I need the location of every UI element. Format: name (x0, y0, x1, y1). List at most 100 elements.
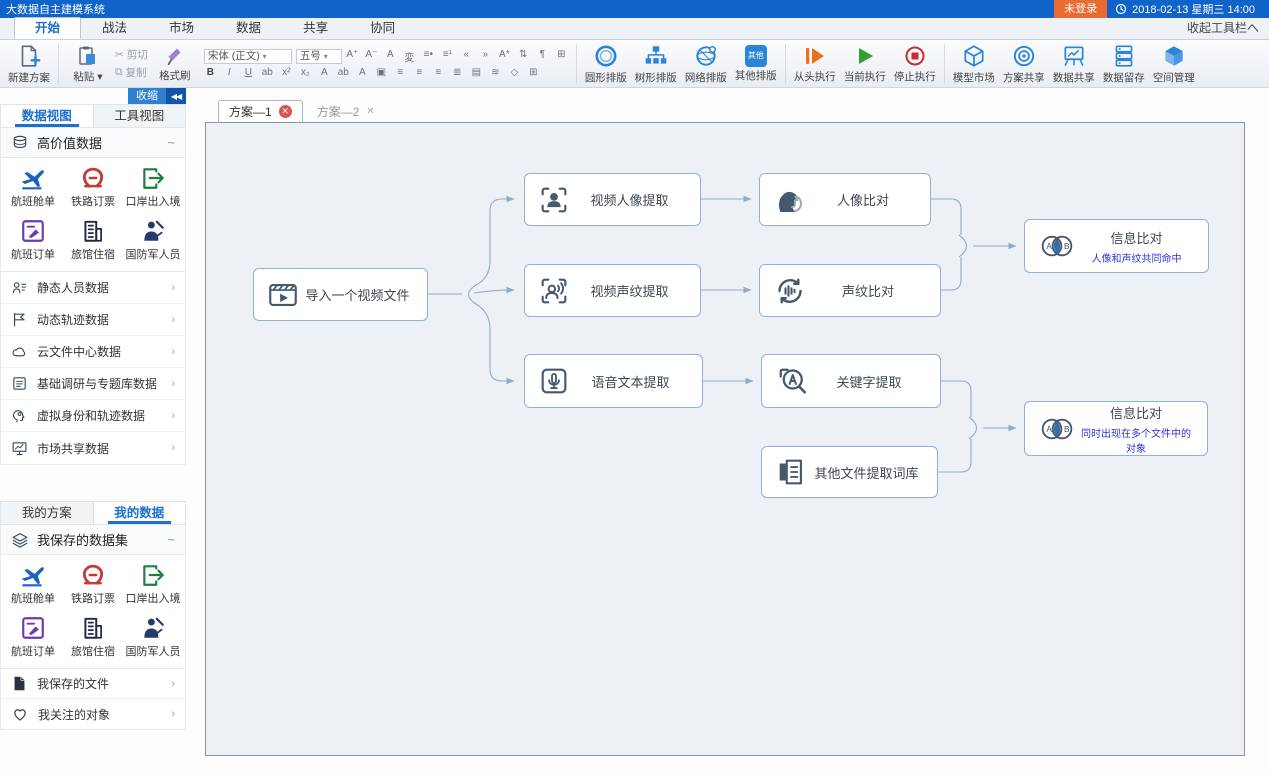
flow-node-video-voice[interactable]: 视频声纹提取 (524, 264, 701, 317)
sidebar-tab-我的数据[interactable]: 我的数据 (94, 502, 186, 524)
flow-node-voice-compare[interactable]: 声纹比对 (759, 264, 941, 317)
sidebar-item-市场共享数据[interactable]: 市场共享数据› (1, 432, 185, 464)
menu-tab-数据[interactable]: 数据 (215, 17, 282, 39)
format-tool[interactable]: A⁻ (365, 49, 378, 64)
format-tool[interactable]: A⁺ (346, 49, 359, 64)
format-painter-button[interactable]: 格式刷 (150, 44, 200, 84)
空间管理-button[interactable]: 空间管理 (1149, 42, 1199, 86)
dataset-航班订单[interactable]: 航班订单 (3, 218, 63, 262)
collapse-toolbar-button[interactable]: 收起工具栏へ (1187, 19, 1259, 36)
dataset-铁路订票[interactable]: 铁路订票 (63, 165, 123, 209)
format-tool[interactable]: I (223, 67, 236, 78)
format-tool[interactable]: ¶ (536, 49, 549, 64)
模型市场-button[interactable]: 模型市场 (949, 42, 999, 86)
sidebar-item-云文件中心数据[interactable]: 云文件中心数据› (1, 336, 185, 368)
format-tool[interactable]: ab (261, 67, 274, 78)
sidebar-item-基础调研与专题库数据[interactable]: 基础调研与专题库数据› (1, 368, 185, 400)
menu-tab-开始[interactable]: 开始 (14, 17, 81, 39)
doc-tab-方案—2[interactable]: 方案—2✕ (307, 100, 385, 122)
方案共享-button[interactable]: 方案共享 (999, 42, 1049, 86)
format-tool[interactable]: ◇ (508, 67, 521, 78)
当前执行-button[interactable]: 当前执行 (840, 43, 890, 85)
其他排版-button[interactable]: 其他其他排版 (731, 42, 781, 86)
flow-node-keyword[interactable]: 关键字提取 (761, 354, 941, 408)
format-tool[interactable]: A (318, 67, 331, 78)
format-tool[interactable]: x² (280, 67, 293, 78)
section-saved-datasets[interactable]: 我保存的数据集 ~ (0, 525, 186, 555)
flow-node-video-face[interactable]: 视频人像提取 (524, 173, 701, 226)
format-tool[interactable]: ≡• (422, 49, 435, 64)
format-tool[interactable]: ⇅ (517, 49, 530, 64)
format-tool[interactable]: B (204, 67, 217, 78)
sidebar-tab-工具视图[interactable]: 工具视图 (94, 105, 186, 127)
format-tool[interactable]: « (460, 49, 473, 64)
format-tool[interactable]: » (479, 49, 492, 64)
paste-button[interactable]: 粘贴 ▾ (63, 43, 113, 85)
sidebar-tab-数据视图[interactable]: 数据视图 (1, 105, 94, 127)
dataset-口岸出入境[interactable]: 口岸出入境 (123, 562, 183, 606)
collapse-arrows-icon[interactable]: ◀◀ (166, 88, 186, 104)
format-tool[interactable]: x₂ (299, 67, 312, 78)
dataset-航班舱单[interactable]: 航班舱单 (3, 562, 63, 606)
sidebar-item-虚拟身份和轨迹数据[interactable]: 虚拟身份和轨迹数据› (1, 400, 185, 432)
dataset-铁路订票[interactable]: 铁路订票 (63, 562, 123, 606)
menu-tab-共享[interactable]: 共享 (282, 17, 349, 39)
close-tab-icon[interactable]: ✕ (366, 106, 374, 117)
数据共享-button[interactable]: 数据共享 (1049, 42, 1099, 86)
dataset-国防军人员[interactable]: 国防军人员 (123, 218, 183, 262)
sidebar-tab-我的方案[interactable]: 我的方案 (1, 502, 94, 524)
sidebar-item-静态人员数据[interactable]: 静态人员数据› (1, 272, 185, 304)
format-tool[interactable]: ▣ (375, 67, 388, 78)
停止执行-button[interactable]: 停止执行 (890, 43, 940, 85)
从头执行-button[interactable]: 从头执行 (790, 43, 840, 85)
sidebar-collapse-button[interactable]: 收缩 (128, 88, 166, 104)
format-tool[interactable]: U (242, 67, 255, 78)
flow-node-face-compare[interactable]: 人像比对 (759, 173, 931, 226)
dataset-国防军人员[interactable]: 国防军人员 (123, 615, 183, 659)
format-tool[interactable]: ≡ (394, 67, 407, 78)
flow-node-speech-text[interactable]: 语音文本提取 (524, 354, 703, 408)
format-tool[interactable]: ≋ (489, 67, 502, 78)
format-tool[interactable]: ⊞ (527, 67, 540, 78)
format-tool[interactable]: ≣ (451, 67, 464, 78)
doc-tab-方案—1[interactable]: 方案—1✕ (218, 100, 303, 122)
format-tool[interactable]: 変 (403, 49, 416, 64)
flow-node-info-compare-2[interactable]: AB信息比对同时出现在多个文件中的对象 (1024, 401, 1208, 456)
flow-node-import-video[interactable]: 导入一个视频文件 (253, 268, 428, 321)
圆形排版-button[interactable]: 圆形排版 (581, 42, 631, 86)
format-tool[interactable]: ≡ (432, 67, 445, 78)
dataset-口岸出入境[interactable]: 口岸出入境 (123, 165, 183, 209)
dataset-旅馆住宿[interactable]: 旅馆住宿 (63, 615, 123, 659)
dataset-航班舱单[interactable]: 航班舱单 (3, 165, 63, 209)
format-tool[interactable]: A (384, 49, 397, 64)
sidebar-item-我关注的对象[interactable]: 我关注的对象› (1, 699, 185, 729)
format-tool[interactable]: ⊞ (555, 49, 568, 64)
font-family-select[interactable]: 宋体 (正文) ▾ (204, 49, 292, 64)
数据留存-button[interactable]: 数据留存 (1099, 42, 1149, 86)
close-tab-icon[interactable]: ✕ (279, 105, 292, 118)
flow-canvas[interactable]: 导入一个视频文件 视频人像提取视频声纹提取语音文本提取 人像比对声纹比对关键字提取其… (205, 122, 1245, 756)
cut-button[interactable]: ✂ 剪切 (115, 47, 148, 62)
sidebar-item-动态轨迹数据[interactable]: 动态轨迹数据› (1, 304, 185, 336)
font-size-select[interactable]: 五号 ▾ (296, 49, 342, 64)
section-high-value-data[interactable]: 高价值数据 ~ (0, 128, 186, 158)
网络排版-button[interactable]: 网络排版 (681, 42, 731, 86)
menu-tab-市场[interactable]: 市场 (148, 17, 215, 39)
format-tool[interactable]: ≡ (413, 67, 426, 78)
new-plan-button[interactable]: 新建方案 (4, 42, 54, 86)
dataset-航班订单[interactable]: 航班订单 (3, 615, 63, 659)
menu-tab-协同[interactable]: 协同 (349, 17, 416, 39)
menu-tab-战法[interactable]: 战法 (81, 17, 148, 39)
flow-node-other-files[interactable]: 其他文件提取词库 (761, 446, 938, 498)
sidebar-item-我保存的文件[interactable]: 我保存的文件› (1, 669, 185, 699)
dataset-旅馆住宿[interactable]: 旅馆住宿 (63, 218, 123, 262)
format-tool[interactable]: A (356, 67, 369, 78)
format-tool[interactable]: A* (498, 49, 511, 64)
flow-node-info-compare-1[interactable]: AB信息比对人像和声纹共同命中 (1024, 219, 1209, 273)
format-tool[interactable]: ▤ (470, 67, 483, 78)
树形排版-button[interactable]: 树形排版 (631, 42, 681, 86)
login-status-badge[interactable]: 未登录 (1054, 0, 1107, 18)
format-tool[interactable]: ≡¹ (441, 49, 454, 64)
format-tool[interactable]: ab (337, 67, 350, 78)
copy-button[interactable]: ⧉ 复制 (115, 65, 148, 80)
